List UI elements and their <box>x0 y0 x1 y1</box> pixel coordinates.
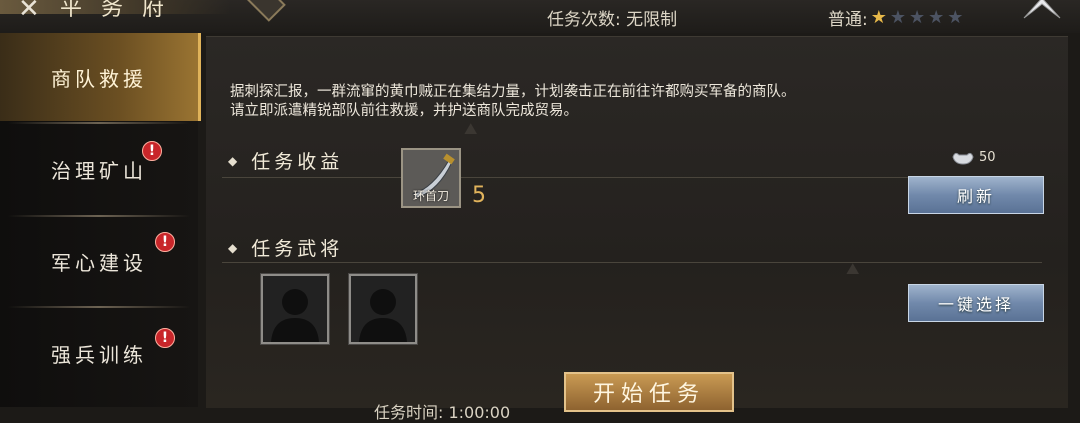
alert-badge-icon: ! <box>155 328 175 348</box>
task-time-text: 任务时间: 1:00:00 <box>374 403 511 422</box>
background-decoration: ⛰ <box>464 119 482 138</box>
description-line: 据刺探汇报，一群流窜的黄巾贼正在集结力量，计划袭击正在前往许都购买军备的商队。 <box>230 84 796 100</box>
title-ornament-icon <box>246 0 286 22</box>
refresh-cost: 50 <box>951 149 996 165</box>
hero-silhouette-icon <box>359 289 407 342</box>
sidebar-item-govern-mine[interactable]: 治理矿山 ! <box>0 125 198 213</box>
reward-item-count: 5 <box>472 183 486 208</box>
section-title-text: 任务武将 <box>251 238 344 260</box>
sidebar-item-training[interactable]: 强兵训练 ! <box>0 309 198 397</box>
hero-section-title: ◆ 任务武将 <box>228 234 343 261</box>
reward-section-title: ◆ 任务收益 <box>228 147 343 174</box>
reward-item-slot[interactable]: 环首刀 <box>401 148 461 208</box>
x-back-icon[interactable]: ✕ <box>18 0 40 24</box>
sidebar-item-label: 治理矿山 <box>51 158 147 183</box>
star-filled-icon: ★ <box>870 7 887 28</box>
refresh-cost-value: 50 <box>979 149 996 165</box>
mission-panel: ⛰ ⛰ 据刺探汇报，一群流窜的黄巾贼正在集结力量，计划袭击正在前往许都购买军备的… <box>206 36 1068 422</box>
difficulty-label: 普通: <box>828 10 868 30</box>
start-mission-button[interactable]: 开始任务 <box>564 372 734 412</box>
alert-badge-icon: ! <box>142 141 162 161</box>
section-divider <box>222 262 1042 263</box>
sidebar-item-morale[interactable]: 军心建设 ! <box>0 217 198 305</box>
top-bar: ✕ 平 务 府 任务次数: 无限制 普通: ★ ★ ★ ★ ★ <box>0 0 1080 33</box>
task-count-text: 任务次数: 无限制 <box>547 10 678 30</box>
sidebar-item-label: 军心建设 <box>51 250 147 275</box>
hero-slot-2[interactable] <box>348 273 418 345</box>
refresh-button[interactable]: 刷新 <box>908 176 1044 214</box>
sidebar-item-label: 商队救援 <box>51 66 147 91</box>
star-empty-icon: ★ <box>928 7 945 28</box>
star-empty-icon: ★ <box>889 7 907 28</box>
star-empty-icon: ★ <box>909 7 926 28</box>
star-empty-icon: ★ <box>947 7 964 28</box>
sidebar-item-label: 强兵训练 <box>51 342 147 367</box>
silver-ingot-icon <box>952 152 974 165</box>
auto-select-button[interactable]: 一键选择 <box>908 284 1044 322</box>
sidebar-divider <box>8 306 190 308</box>
close-wing-icon[interactable] <box>1022 0 1062 20</box>
difficulty-rating: 普通: ★ ★ ★ ★ ★ <box>828 5 963 30</box>
difficulty-stars: ★ ★ ★ ★ ★ <box>868 7 964 28</box>
page-title: 平 务 府 <box>60 0 170 21</box>
description-line: 请立即派遣精锐部队前往救援，并护送商队完成贸易。 <box>230 103 578 119</box>
section-title-text: 任务收益 <box>251 151 344 173</box>
hero-slot-1[interactable] <box>260 273 330 345</box>
mission-description: 据刺探汇报，一群流窜的黄巾贼正在集结力量，计划袭击正在前往许都购买军备的商队。 … <box>230 83 1030 121</box>
hero-silhouette-icon <box>271 289 319 342</box>
diamond-bullet-icon: ◆ <box>228 240 242 255</box>
sidebar-divider <box>8 122 190 124</box>
sidebar-item-caravan-rescue[interactable]: 商队救援 <box>0 33 201 121</box>
alert-badge-icon: ! <box>155 232 175 252</box>
sidebar: 商队救援 治理矿山 ! 军心建设 ! 强兵训练 ! <box>0 33 201 407</box>
diamond-bullet-icon: ◆ <box>228 153 242 168</box>
reward-item-name: 环首刀 <box>412 189 449 203</box>
